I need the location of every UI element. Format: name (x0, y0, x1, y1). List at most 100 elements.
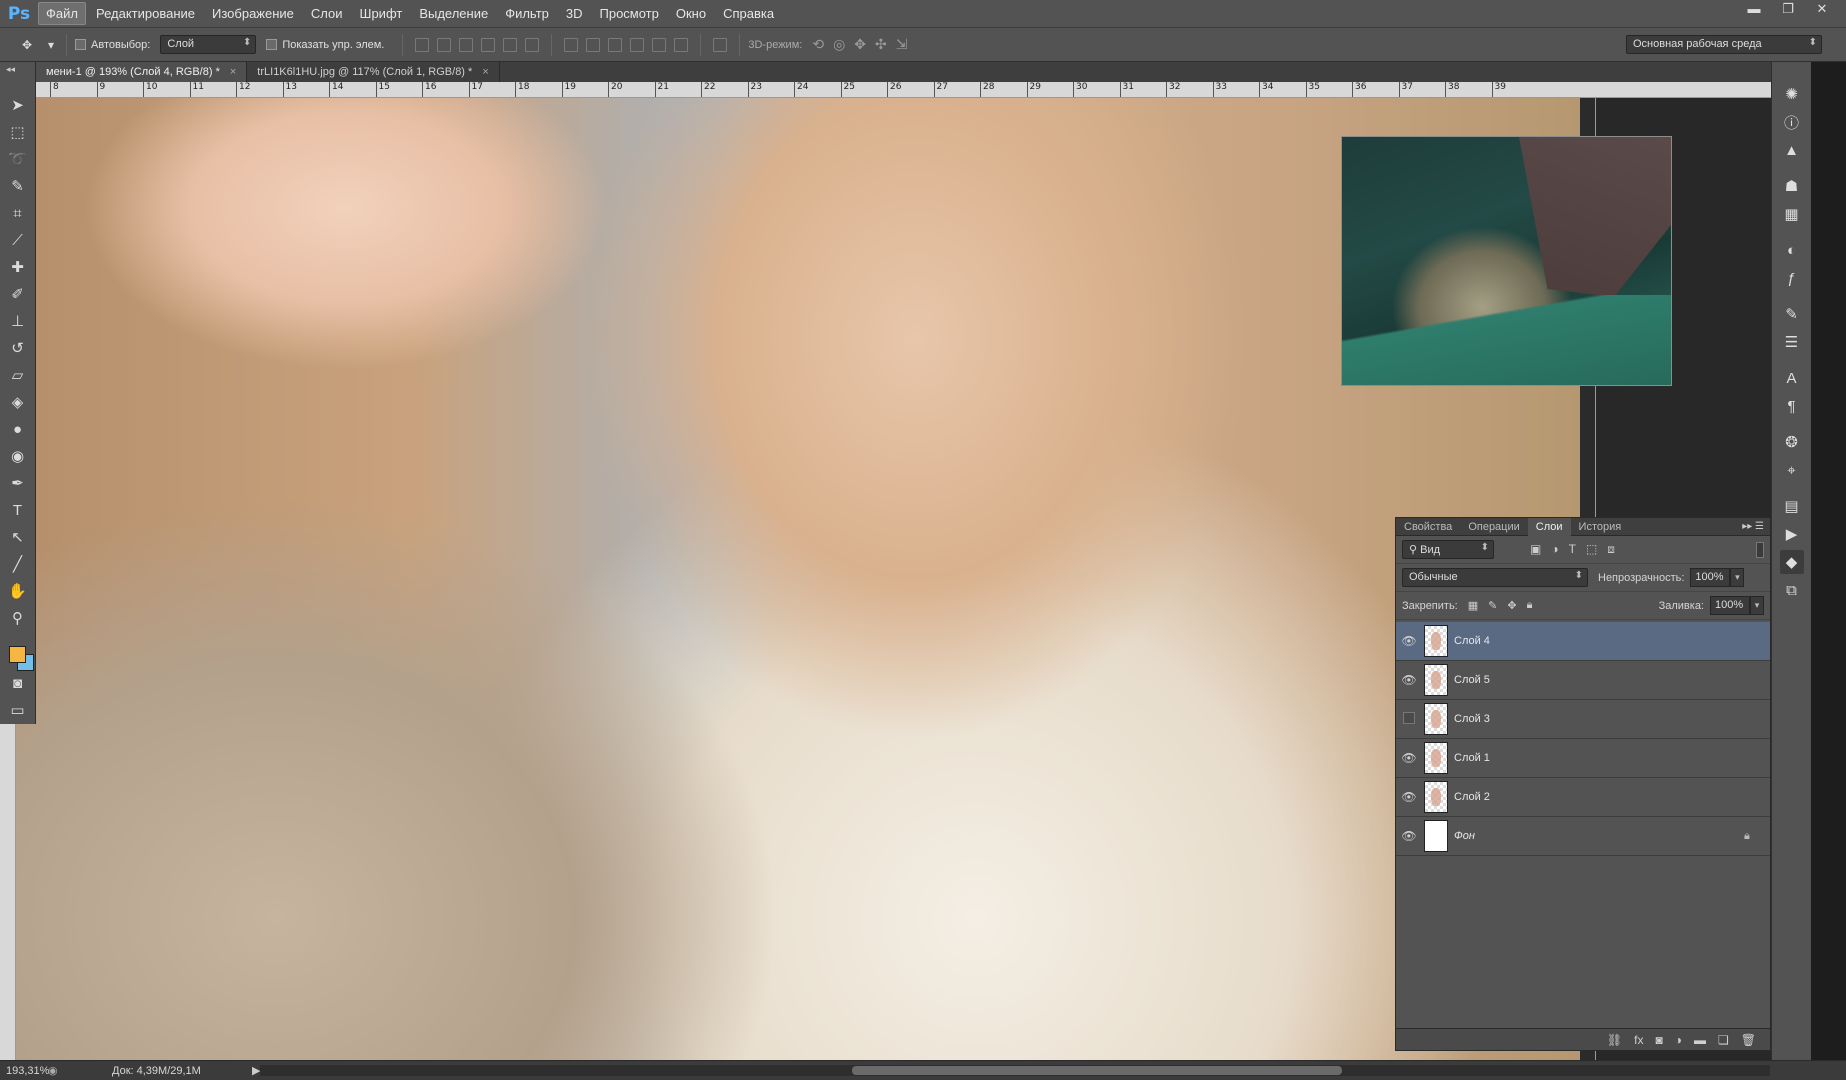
close-button[interactable]: ✕ (1808, 0, 1836, 18)
actions-play-icon[interactable]: ▶ (1780, 522, 1804, 546)
menu-type[interactable]: Шрифт (353, 3, 410, 24)
crop-tool-icon[interactable]: ⌗ (5, 200, 31, 226)
paragraph-panel-icon[interactable]: ¶ (1780, 394, 1804, 418)
brush-tool-icon[interactable]: ✐ (5, 281, 31, 307)
lock-transparency-icon[interactable]: ▦ (1468, 599, 1478, 612)
layer-row[interactable]: 👁︎ Слой 4 (1396, 622, 1770, 661)
lasso-tool-icon[interactable]: ➰ (5, 146, 31, 172)
menu-select[interactable]: Выделение (412, 3, 495, 24)
adjustments-panel-icon[interactable]: ◐ (1780, 238, 1804, 262)
mask-icon[interactable]: ◙ (1656, 1033, 1663, 1047)
auto-align-icon[interactable] (713, 37, 728, 52)
brush-panel-icon[interactable]: ✎ (1780, 302, 1804, 326)
adjustment-icon[interactable]: ◑ (1675, 1033, 1682, 1047)
3d-panel-icon[interactable]: ☗ (1780, 174, 1804, 198)
align-hcenter-icon[interactable] (503, 37, 518, 52)
layer-row[interactable]: Слой 3 (1396, 700, 1770, 739)
eye-icon[interactable]: 👁︎ (1396, 634, 1422, 648)
dodge-tool-icon[interactable]: ◉ (5, 443, 31, 469)
eye-icon[interactable]: 👁︎ (1396, 673, 1422, 687)
workspace-dropdown[interactable]: Основная рабочая среда (1626, 35, 1822, 54)
pasted-anime-image[interactable] (1341, 136, 1672, 386)
tab-actions[interactable]: Операции (1460, 518, 1527, 536)
collapse-icon[interactable]: ◂◂ (6, 64, 15, 75)
tab-history[interactable]: История (1571, 518, 1630, 536)
menu-file[interactable]: Файл (38, 2, 86, 25)
opacity-slider-toggle[interactable]: ▾ (1730, 568, 1745, 587)
layer-row[interactable]: 👁︎ Слой 2 (1396, 778, 1770, 817)
3d-roll-icon[interactable]: ◎ (833, 36, 845, 53)
distribute-hcenter-icon[interactable] (652, 37, 667, 52)
blur-tool-icon[interactable]: ● (5, 416, 31, 442)
show-transform-controls-checkbox[interactable] (266, 39, 278, 50)
color-panel-icon[interactable]: ✺ (1780, 82, 1804, 106)
pen-tool-icon[interactable]: ✒ (5, 470, 31, 496)
eye-icon[interactable]: 👁︎ (1396, 790, 1422, 804)
align-right-icon[interactable] (525, 37, 540, 52)
menu-view[interactable]: Просмотр (593, 3, 666, 24)
distribute-bottom-icon[interactable] (608, 37, 623, 52)
visibility-toggle[interactable] (1396, 712, 1422, 727)
layer-row[interactable]: 👁︎ Слой 5 (1396, 661, 1770, 700)
menu-filter[interactable]: Фильтр (498, 3, 556, 24)
zoom-tool-icon[interactable]: ⚲ (5, 605, 31, 631)
history-brush-tool-icon[interactable]: ↺ (5, 335, 31, 361)
layer-filter-dropdown[interactable]: ⚲ Вид (1402, 540, 1494, 559)
info-panel-icon[interactable]: ⓘ (1780, 110, 1804, 134)
layer-row[interactable]: 👁︎ Слой 1 (1396, 739, 1770, 778)
scrollbar-thumb[interactable] (852, 1066, 1342, 1075)
lock-pixels-icon[interactable]: ✎ (1488, 599, 1497, 612)
3d-pan-icon[interactable]: ✥ (854, 36, 866, 53)
menu-3d[interactable]: 3D (559, 3, 590, 24)
filter-pixel-icon[interactable]: ▣ (1530, 542, 1541, 557)
fx-icon[interactable]: fx (1634, 1033, 1643, 1047)
eyedropper-tool-icon[interactable]: ⟋ (5, 227, 31, 253)
3d-slide-icon[interactable]: ✣ (875, 36, 887, 53)
panel-menu-icon[interactable]: ▸▸ ☰ (1742, 521, 1764, 532)
clone-source-panel-icon[interactable]: ❂ (1780, 430, 1804, 454)
auto-select-checkbox[interactable] (75, 39, 86, 50)
distribute-right-icon[interactable] (674, 37, 689, 52)
eraser-tool-icon[interactable]: ▱ (5, 362, 31, 388)
marquee-tool-icon[interactable]: ⬚ (5, 119, 31, 145)
tab-layers[interactable]: Слои (1527, 517, 1571, 536)
type-tool-icon[interactable]: T (5, 497, 31, 523)
layers-panel-icon[interactable]: ◆ (1779, 550, 1804, 574)
eye-icon[interactable]: 👁︎ (1396, 829, 1422, 843)
info-icon[interactable]: ◉ (48, 1064, 62, 1077)
menu-edit[interactable]: Редактирование (89, 3, 202, 24)
filter-type-icon[interactable]: T (1569, 542, 1576, 557)
opacity-input[interactable]: 100% (1690, 568, 1731, 587)
link-icon[interactable]: ⛓ (1607, 1033, 1622, 1047)
clone-stamp-tool-icon[interactable]: ⊥ (5, 308, 31, 334)
path-selection-tool-icon[interactable]: ↖ (5, 524, 31, 550)
swatches-panel-icon[interactable]: ▦ (1780, 202, 1804, 226)
histogram-panel-icon[interactable]: ▲ (1780, 138, 1804, 162)
horizontal-ruler[interactable]: 8 9 10 11 12 13 14 15 16 17 18 19 20 21 22 23 24 25 26 27 28… (36, 82, 1771, 98)
eye-icon[interactable]: 👁︎ (1396, 751, 1422, 765)
filter-smart-object-icon[interactable]: ⧈ (1607, 542, 1615, 557)
close-icon[interactable]: × (230, 62, 236, 82)
timeline-panel-icon[interactable]: ▤ (1780, 494, 1804, 518)
filter-toggle[interactable] (1756, 541, 1764, 558)
tab-document-2[interactable]: trLI1K6l1HU.jpg @ 117% (Слой 1, RGB/8) *… (247, 62, 500, 82)
horizontal-scrollbar[interactable] (260, 1065, 1770, 1076)
paint-bucket-tool-icon[interactable]: ◈ (5, 389, 31, 415)
3d-scale-icon[interactable]: ⇲ (896, 36, 908, 53)
align-left-icon[interactable] (481, 37, 496, 52)
3d-rotate-icon[interactable]: ⟲ (812, 36, 824, 53)
hand-tool-icon[interactable]: ✋ (5, 578, 31, 604)
move-tool-icon[interactable]: ➤ (5, 92, 31, 118)
tab-properties[interactable]: Свойства (1396, 518, 1460, 536)
paths-panel-icon[interactable]: ⌖ (1780, 458, 1804, 482)
filter-adjustment-icon[interactable]: ◑ (1551, 542, 1558, 557)
character-panel-icon[interactable]: A (1780, 366, 1804, 390)
trash-icon[interactable]: 🗑︎ (1741, 1033, 1756, 1047)
tab-document-1[interactable]: мени-1 @ 193% (Слой 4, RGB/8) * × (36, 62, 248, 82)
new-layer-icon[interactable]: ❏ (1718, 1033, 1729, 1047)
styles-panel-icon[interactable]: ƒ (1780, 266, 1804, 290)
blend-mode-dropdown[interactable]: Обычные (1402, 568, 1588, 587)
healing-brush-tool-icon[interactable]: ✚ (5, 254, 31, 280)
line-tool-icon[interactable]: ╱ (5, 551, 31, 577)
menu-layers[interactable]: Слои (304, 3, 350, 24)
